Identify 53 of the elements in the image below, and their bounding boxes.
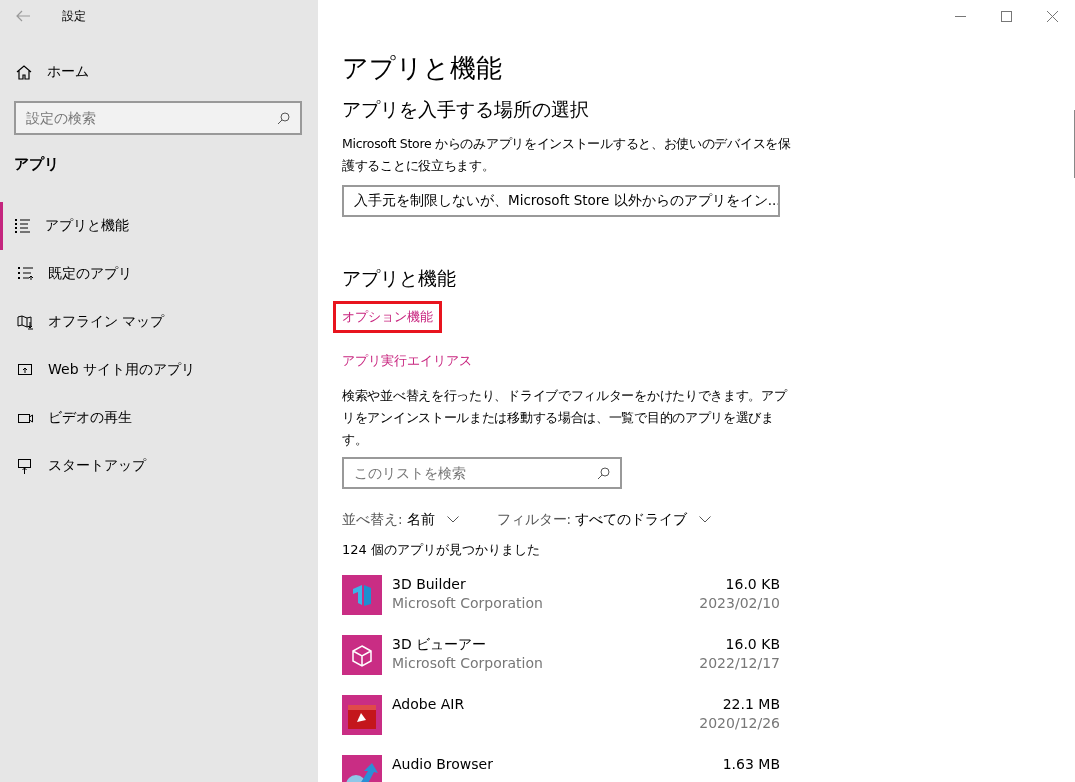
app-list-item[interactable]: 3D Builder Microsoft Corporation 16.0 KB 2023/02/10 [342, 575, 780, 615]
app-icon [342, 575, 382, 615]
app-list-item[interactable]: Audio Browser 1.63 MB [342, 755, 780, 782]
maximize-icon[interactable] [1000, 10, 1012, 22]
nav-item[interactable]: ビデオの再生 [0, 394, 318, 442]
back-arrow-icon[interactable] [16, 10, 30, 22]
search-field[interactable]: 設定の検索 [14, 101, 302, 135]
list-icon [17, 265, 34, 283]
sort-dropdown[interactable]: 並べ替え: 名前 [342, 509, 459, 529]
search-icon [597, 467, 610, 480]
app-list-item[interactable]: Adobe AIR 22.1 MB 2020/12/26 [342, 695, 780, 735]
filter-dropdown[interactable]: フィルター: すべてのドライブ [496, 509, 712, 529]
app-publisher: Microsoft Corporation [392, 594, 544, 613]
nav-item[interactable]: 既定のアプリ [0, 250, 318, 298]
home-icon [16, 64, 32, 80]
description-text: Microsoft Store からのみアプリをインストールすると、お使いのデバイスを保護することに役立ちます。 [342, 135, 792, 175]
nav-item[interactable]: Web サイト用のアプリ [0, 346, 318, 394]
section-heading: アプリを入手する場所の選択 [342, 97, 589, 122]
description-text: 検索や並べ替えを行ったり、ドライブでフィルターをかけたりできます。アプリをアンインストールまたは移動する場合は、一覧で目的のアプリを選びます。 [342, 387, 789, 449]
chevron-down-icon [446, 515, 459, 523]
page-title: アプリと機能 [342, 52, 503, 85]
scrollbar[interactable] [1074, 110, 1075, 178]
map-icon [17, 313, 34, 331]
app-size: 22.1 MB [722, 695, 780, 713]
search-field[interactable]: このリストを検索 [342, 457, 622, 489]
app-date: 2020/12/26 [699, 714, 780, 733]
app-icon [342, 695, 382, 735]
nav-item[interactable]: スタートアップ [0, 442, 318, 490]
chevron-down-icon [699, 515, 712, 523]
app-icon [342, 635, 382, 675]
search-icon [277, 112, 290, 125]
app-name: Audio Browser [392, 755, 494, 773]
app-name: 3D Builder [392, 575, 467, 593]
app-count: 124 個のアプリが見つかりました [342, 541, 540, 559]
app-size: 1.63 MB [722, 755, 780, 773]
list-icon [14, 217, 31, 235]
app-name: 3D ビューアー [392, 635, 488, 653]
app-size: 16.0 KB [725, 575, 780, 593]
startup-icon [17, 457, 34, 475]
link[interactable]: アプリ実行エイリアス [333, 345, 481, 377]
app-date: 2023/02/10 [699, 594, 780, 613]
nav-item[interactable]: オフライン マップ [0, 298, 318, 346]
link[interactable]: オプション機能 [333, 301, 442, 333]
app-name: Adobe AIR [392, 695, 466, 713]
app-list-item[interactable]: 3D ビューアー Microsoft Corporation 16.0 KB 2022/12/17 [342, 635, 780, 675]
section-heading: アプリ [14, 155, 59, 174]
app-publisher: Microsoft Corporation [392, 654, 544, 673]
close-icon[interactable] [1046, 10, 1058, 22]
app-size: 16.0 KB [725, 635, 780, 653]
home-nav-item[interactable]: ホーム [16, 56, 89, 88]
section-heading: アプリと機能 [342, 266, 456, 291]
app-date: 2022/12/17 [699, 654, 780, 673]
window-title: 設定 [62, 7, 86, 25]
